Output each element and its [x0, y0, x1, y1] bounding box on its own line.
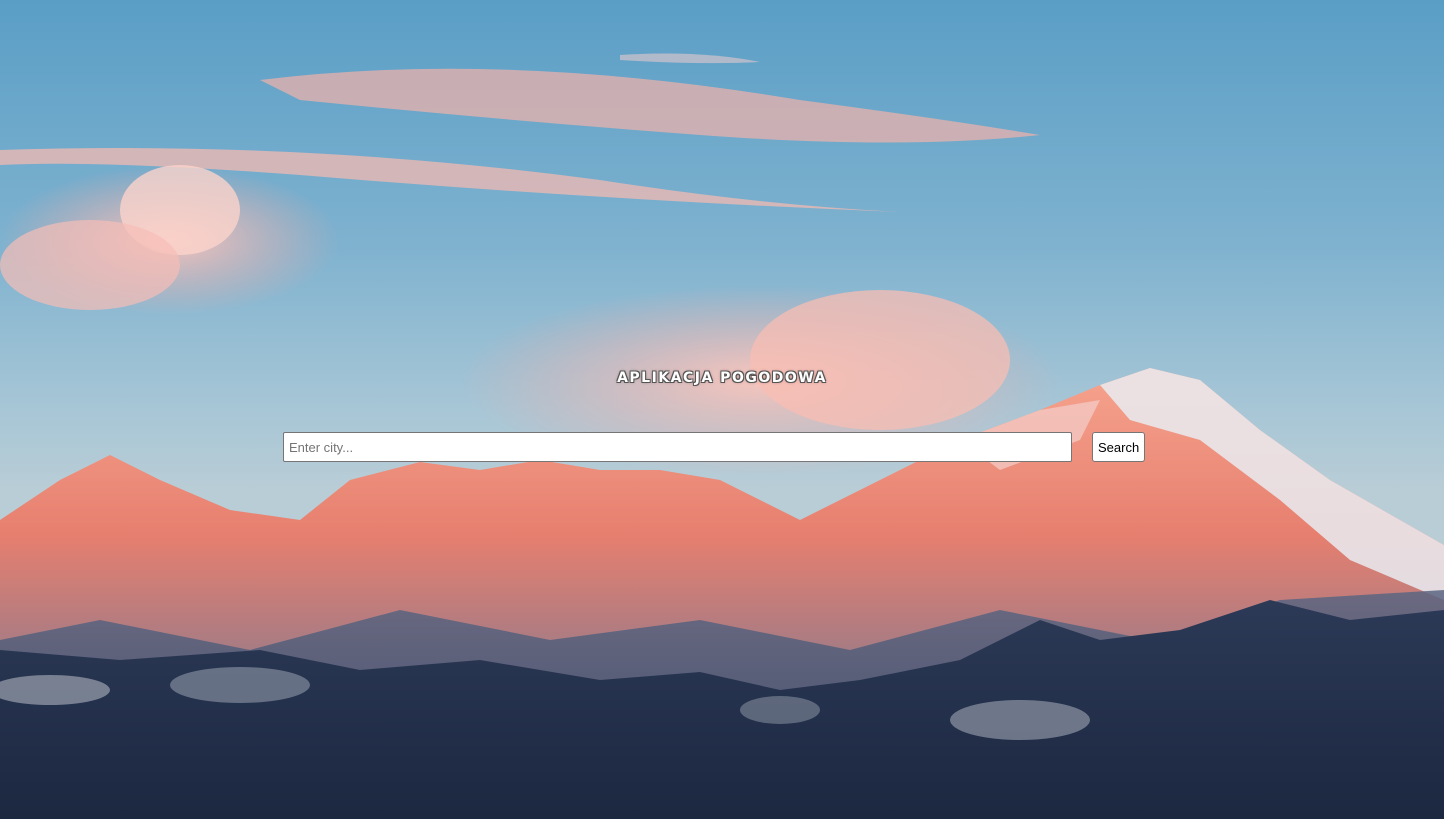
app-title: APLIKACJA POGODOWA [617, 370, 827, 386]
city-search-input[interactable] [283, 432, 1072, 462]
background-image [0, 0, 1444, 819]
mountain-landscape-image [0, 53, 1444, 819]
search-button[interactable]: Search [1092, 432, 1146, 462]
search-form: Search [283, 432, 1146, 462]
